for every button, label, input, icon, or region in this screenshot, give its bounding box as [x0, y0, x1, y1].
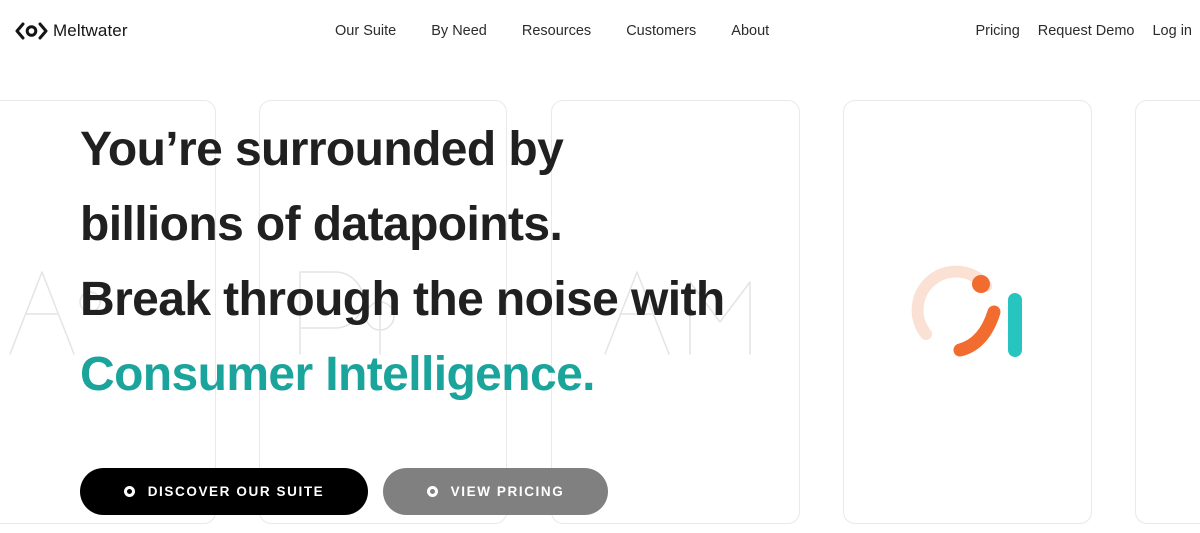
- nav-about[interactable]: About: [731, 23, 769, 39]
- login-link[interactable]: Log in: [1152, 23, 1192, 39]
- discover-our-suite-label: DISCOVER OUR SUITE: [147, 484, 325, 499]
- hero-line: Break through the noise with: [80, 273, 725, 326]
- hero-headline: You’re surrounded by billions of datapoi…: [80, 112, 840, 412]
- circle-icon: [123, 486, 135, 497]
- main-nav: Our Suite By Need Resources Customers Ab…: [335, 20, 769, 42]
- meltwater-logo-icon: [15, 22, 48, 40]
- discover-our-suite-button[interactable]: DISCOVER OUR SUITE: [80, 468, 368, 515]
- logo-text: Meltwater: [53, 21, 128, 40]
- nav-resources[interactable]: Resources: [522, 23, 591, 39]
- page: Meltwater Our Suite By Need Resources Cu…: [0, 0, 1200, 533]
- nav-our-suite[interactable]: Our Suite: [335, 23, 396, 39]
- request-demo-link[interactable]: Request Demo: [1038, 23, 1135, 39]
- view-pricing-button[interactable]: VIEW PRICING: [383, 468, 608, 515]
- utility-nav: Pricing Request Demo Log in: [975, 20, 1192, 42]
- circle-icon: [426, 486, 438, 497]
- hero-line: You’re surrounded by: [80, 123, 564, 176]
- background-card: [1135, 100, 1200, 524]
- top-navigation: Meltwater Our Suite By Need Resources Cu…: [0, 0, 1200, 62]
- nav-customers[interactable]: Customers: [626, 23, 696, 39]
- pricing-link[interactable]: Pricing: [975, 23, 1019, 39]
- hero-accent-line: Consumer Intelligence.: [80, 348, 596, 401]
- view-pricing-label: VIEW PRICING: [450, 484, 565, 499]
- meltwater-logo[interactable]: Meltwater: [15, 18, 128, 44]
- brand-ring-graphic: [911, 265, 1022, 357]
- hero-line: billions of datapoints.: [80, 198, 563, 251]
- nav-by-need[interactable]: By Need: [431, 23, 487, 39]
